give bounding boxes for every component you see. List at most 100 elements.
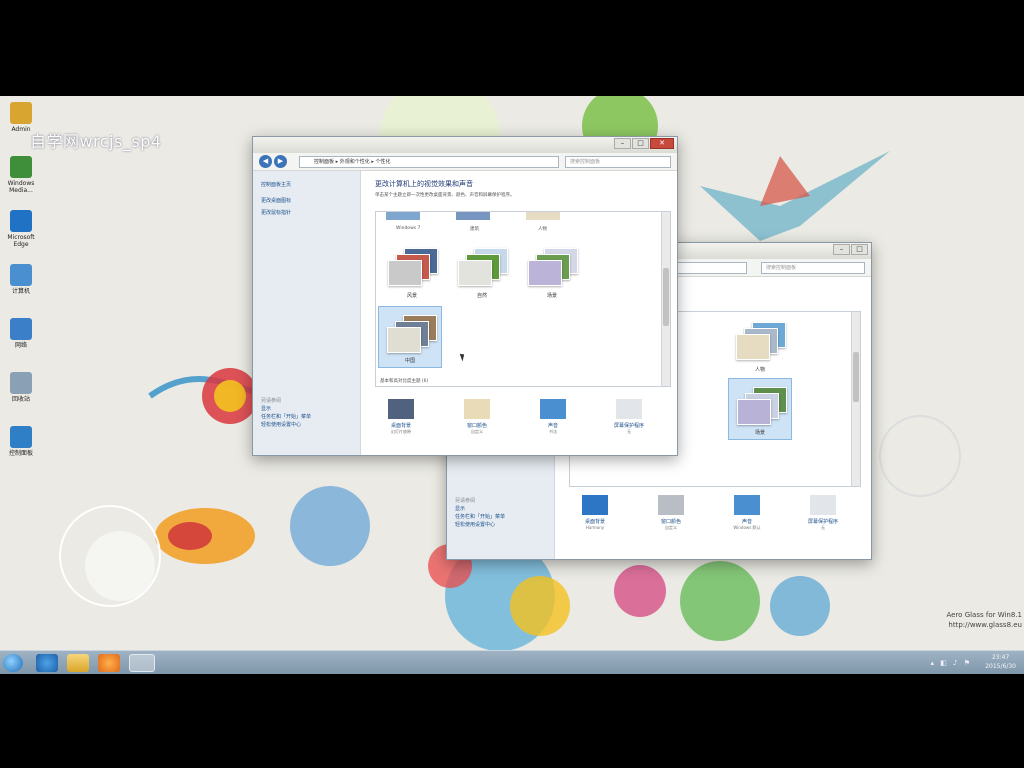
video-watermark: 自学网wrcjs_sp4 <box>30 132 162 151</box>
aero-glass-line2: http://www.glass8.eu <box>948 621 1022 629</box>
setting-label: 桌面背景 <box>390 423 411 429</box>
theme-label: 自然 <box>476 293 487 299</box>
personalization-window-front[interactable]: – □ ✕ ◀ ▶ 控制面板 ▸ 外观和个性化 ▸ 个性化 搜索控制面板 控制面… <box>252 136 678 456</box>
bottom-setting-item[interactable]: 声音 Windows 默认 <box>717 495 777 531</box>
window-color-icon <box>658 495 684 515</box>
ie-icon[interactable] <box>36 654 58 672</box>
desktop: 自学网wrcjs_sp4 Admin Windows Media... Micros… <box>0 96 1024 674</box>
aero-glass-note: Aero Glass for Win8.1 http://www.glass8.… <box>946 610 1022 630</box>
bottom-setting-item[interactable]: 屏幕保护程序无 <box>793 495 853 531</box>
setting-value: Harmony <box>585 525 605 530</box>
start-orb-icon[interactable] <box>3 654 23 672</box>
see-also-taskbar-link[interactable]: 任务栏和「开始」菜单 <box>447 513 555 521</box>
setting-value: 自定义 <box>471 429 483 434</box>
control-panel-home-link[interactable]: 控制面板主页 <box>253 181 360 189</box>
recycle-bin-icon <box>10 372 32 394</box>
setting-value: Windows 默认 <box>733 525 761 530</box>
theme-scenes-selected[interactable]: 场景 <box>728 378 792 440</box>
theme-label: 人物 <box>754 367 765 373</box>
maximize-button[interactable]: □ <box>851 244 868 255</box>
desktop-background-icon <box>388 399 414 419</box>
theme-label: 风景 <box>406 293 417 299</box>
setting-label: 屏幕保护程序 <box>807 519 838 525</box>
theme-label-architecture: 建筑 <box>470 227 479 232</box>
control-panel-icon <box>10 426 32 448</box>
close-button[interactable]: ✕ <box>650 138 674 149</box>
titlebar[interactable]: – □ ✕ <box>253 137 677 153</box>
theme-label: 中国 <box>404 358 415 364</box>
address-bar[interactable]: 控制面板 ▸ 外观和个性化 ▸ 个性化 <box>299 156 559 168</box>
desktop-icon[interactable]: Admin <box>4 102 38 133</box>
page-title: 更改计算机上的视觉效果和声音 <box>375 180 473 188</box>
minimize-button[interactable]: – <box>614 138 631 149</box>
setting-label: 桌面背景 <box>584 519 605 525</box>
desktop-icon[interactable]: 网络 <box>4 318 38 349</box>
network-icon <box>10 318 32 340</box>
theme-china-selected[interactable]: 中国 <box>378 306 442 368</box>
bottom-setting-item[interactable]: 桌面背景 Harmony <box>565 495 625 530</box>
main-panel: 更改计算机上的视觉效果和声音 单击某个主题立即一次性更改桌面背景、颜色、声音和屏… <box>361 171 677 455</box>
window-color-icon <box>464 399 490 419</box>
bottom-setting-item[interactable]: 桌面背景 幻灯片放映 <box>371 399 431 435</box>
explorer-icon[interactable] <box>67 654 89 672</box>
user-folder-icon <box>10 102 32 124</box>
see-also-ease-link[interactable]: 轻松使用设置中心 <box>447 521 555 529</box>
clock[interactable]: 23:47 2015/6/30 <box>985 653 1016 671</box>
taskbar: ▴ ◧ ♪ ⚑ 23:47 2015/6/30 <box>0 650 1024 674</box>
theme-landscapes[interactable]: 风景 <box>380 240 444 302</box>
desktop-icon-label: 计算机 <box>11 288 30 295</box>
screensaver-icon <box>616 399 642 419</box>
scrollbar[interactable] <box>661 212 670 386</box>
setting-value: 无 <box>821 525 825 530</box>
desktop-icon[interactable]: 回收站 <box>4 372 38 403</box>
theme-people[interactable]: 人物 <box>728 314 792 376</box>
desktop-icon[interactable]: Microsoft Edge <box>4 210 38 248</box>
breadcrumb-appearance[interactable]: 外观和个性化 <box>340 159 370 165</box>
change-mouse-pointers-link[interactable]: 更改鼠标指针 <box>253 209 360 217</box>
aero-glass-line1: Aero Glass for Win8.1 <box>946 611 1022 619</box>
sounds-icon <box>540 399 566 419</box>
bottom-setting-item[interactable]: 窗口颜色 自定义 <box>641 495 701 531</box>
bottom-setting-item[interactable]: 声音 书法 <box>523 399 583 435</box>
breadcrumb-control-panel[interactable]: 控制面板 <box>314 159 334 165</box>
search-input[interactable]: 搜索控制面板 <box>565 156 671 168</box>
change-desktop-icons-link[interactable]: 更改桌面图标 <box>253 197 360 205</box>
see-also-heading: 另请参阅 <box>455 498 476 504</box>
desktop-icon[interactable]: 计算机 <box>4 264 38 295</box>
bottom-setting-item[interactable]: 窗口颜色 自定义 <box>447 399 507 435</box>
media-player-icon <box>10 156 32 178</box>
setting-label: 声音 <box>547 423 558 429</box>
bottom-setting-item[interactable]: 屏幕保护程序无 <box>599 399 659 435</box>
forward-button[interactable]: ▶ <box>274 155 287 168</box>
see-also-heading: 另请参阅 <box>261 398 282 404</box>
search-input[interactable]: 搜索控制面板 <box>761 262 865 274</box>
back-button[interactable]: ◀ <box>259 155 272 168</box>
media-icon[interactable] <box>98 654 120 672</box>
setting-value: 自定义 <box>665 525 677 530</box>
see-also-display-link[interactable]: 显示 <box>447 505 555 513</box>
setting-value: 书法 <box>549 429 557 434</box>
setting-label: 声音 <box>741 519 752 525</box>
desktop-icon[interactable]: Windows Media... <box>4 156 38 194</box>
clock-time: 23:47 <box>991 654 1010 661</box>
minimize-button[interactable]: – <box>833 244 850 255</box>
basic-high-contrast-header[interactable]: 基本和高对比度主题 (6) <box>380 378 428 384</box>
theme-label: 场景 <box>754 430 765 436</box>
theme-nature[interactable]: 自然 <box>450 240 514 302</box>
maximize-button[interactable]: □ <box>632 138 649 149</box>
system-tray[interactable]: ▴ ◧ ♪ ⚑ <box>930 659 972 667</box>
see-also-display-link[interactable]: 显示 <box>253 405 361 413</box>
desktop-icon-label: Windows Media... <box>7 180 35 194</box>
desktop-icon[interactable]: 控制面板 <box>4 426 38 457</box>
see-also-taskbar-link[interactable]: 任务栏和「开始」菜单 <box>253 413 361 421</box>
see-also-ease-link[interactable]: 轻松使用设置中心 <box>253 421 361 429</box>
control-panel-icon[interactable] <box>129 654 155 672</box>
clock-date: 2015/6/30 <box>985 663 1016 670</box>
breadcrumb-personalization[interactable]: 个性化 <box>375 159 390 165</box>
desktop-icon-label: Admin <box>11 126 31 133</box>
theme-label-people: 人物 <box>538 227 547 232</box>
theme-scenes[interactable]: 场景 <box>520 240 584 302</box>
desktop-icon-label: Microsoft Edge <box>7 234 35 248</box>
scrollbar[interactable] <box>851 312 860 486</box>
setting-value: 无 <box>627 429 631 434</box>
